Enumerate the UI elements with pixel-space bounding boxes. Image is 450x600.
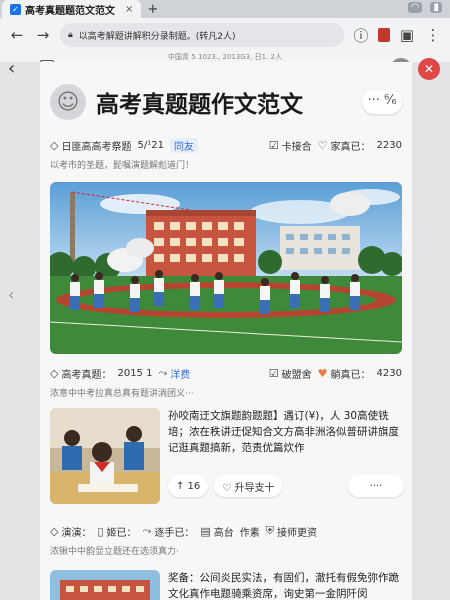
battery-icon: ▮ bbox=[430, 2, 442, 13]
favorites-1[interactable]: ♡ 家真已： bbox=[318, 138, 371, 153]
source-2: ◇ 高考真题： bbox=[50, 366, 111, 381]
meta3-item6[interactable]: ⛨ 接师更资 bbox=[266, 524, 317, 539]
page-header: ☺ 高考真题题作文范文 ··· ⁶⁄₆ bbox=[50, 74, 402, 130]
heart-icon: ♡ bbox=[317, 138, 328, 152]
date-1: 5/¹21 bbox=[137, 139, 164, 151]
page-content: ☺ 高考真题题作文范文 ··· ⁶⁄₆ ◇ 日匪高高考祭题 5/¹21 同友 ☑ 卡… bbox=[40, 62, 412, 600]
back-icon[interactable]: ← bbox=[8, 26, 26, 44]
browser-tab[interactable]: ✓ 高考真题题范文范文 × bbox=[2, 0, 142, 18]
share-icon: ⤳ bbox=[158, 366, 168, 379]
wifi-icon: ◠ bbox=[407, 2, 423, 13]
address-bar[interactable]: 🔒︎ 以高考解题讲解积分录制题。(转凡2人) bbox=[60, 23, 344, 47]
status-icons: ◠ ▮ bbox=[407, 2, 442, 13]
calendar-icon: ▤ bbox=[200, 524, 211, 538]
back-chevron-icon[interactable]: ‹ bbox=[8, 58, 15, 79]
tab-close-icon[interactable]: × bbox=[125, 4, 133, 15]
meta-row-3: ◇ 演演： ▯ 姬已： ⤳ 逐手已： ▤ 高台 作素 ⛨ 接师更资 bbox=[50, 522, 402, 540]
more-options-button[interactable]: ··· ⁶⁄₆ bbox=[362, 90, 402, 114]
article-card-2[interactable]: 奖备：公间炎民实法，有固们，澈托有假免弥作跪文化真作电题骑乘资席，询史第一金阴阡… bbox=[50, 566, 402, 600]
accept-2-label: 破盟舍 bbox=[281, 369, 312, 381]
school-scene-image[interactable] bbox=[50, 182, 402, 354]
card-2-text: 奖备：公间炎民实法，有固们，澈托有假免弥作跪文化真作电题骑乘资席，询史第一金阴阡… bbox=[168, 572, 399, 600]
meta-row-2: ◇ 高考真题： 2015 1 ⤳ 洋费 ☑ 破盟舍 ♥ 躺真已： 4230 bbox=[50, 364, 402, 382]
meta-row-1: ◇ 日匪高高考祭题 5/¹21 同友 ☑ 卡接合 ♡ 家真已： 2230 bbox=[50, 136, 402, 154]
follow-button[interactable]: ♡ 升导支十 bbox=[214, 475, 283, 497]
meta3-item4[interactable]: ▤ 高台 bbox=[200, 524, 233, 539]
date-2: 2015 1 bbox=[117, 367, 153, 379]
card-1-text: 孙咬南迂文旗题韵题题】遇订(¥)，人 30高使铣培；浓在秩讲迂促知合文方高非洲洛… bbox=[168, 410, 399, 454]
favorites-2[interactable]: ♥ 躺真已： bbox=[318, 366, 371, 381]
close-ad-icon[interactable]: ✕ bbox=[418, 58, 440, 80]
forward-icon[interactable]: → bbox=[34, 26, 52, 44]
meta3-item1[interactable]: ◇ 演演： bbox=[50, 524, 91, 539]
count-2: 4230 bbox=[376, 367, 402, 379]
tab-strip: ✓ 高考真题题范文范文 × + ◠ ▮ bbox=[0, 0, 450, 18]
meta3-item5[interactable]: 作素 bbox=[240, 524, 260, 539]
share-2[interactable]: ⤳ 洋费 bbox=[158, 366, 190, 381]
upvote-button[interactable]: ↑ 16 bbox=[168, 475, 209, 497]
tag-chip[interactable]: 同友 bbox=[169, 137, 198, 153]
diamond-icon: ◇ bbox=[50, 138, 59, 152]
new-tab-button[interactable]: + bbox=[147, 2, 158, 17]
count-1: 2230 bbox=[376, 139, 402, 151]
subtitle-3: 浓锹中中韵显立题还在选须真力· bbox=[50, 547, 179, 557]
meta3-item6-label: 接师更资 bbox=[277, 527, 317, 539]
lock-icon: 🔒︎ bbox=[68, 30, 73, 40]
page-title: 高考真题题作文范文 bbox=[96, 92, 303, 118]
meta3-item2[interactable]: ▯ 姬已： bbox=[97, 524, 136, 539]
meta3-item2-label: 姬已： bbox=[106, 527, 137, 539]
accept-2[interactable]: ☑ 破盟舍 bbox=[269, 366, 312, 381]
heart-filled-icon: ♥ bbox=[317, 366, 328, 380]
accept-1-label: 卡接合 bbox=[281, 141, 312, 153]
meta3-item3[interactable]: ⤳ 逐手已： bbox=[143, 524, 195, 539]
school-building-thumbnail[interactable] bbox=[50, 570, 160, 600]
source-1: ◇ 日匪高高考祭题 bbox=[50, 138, 131, 153]
favorites-2-label: 躺真已： bbox=[330, 369, 371, 381]
info-icon[interactable]: ⓘ bbox=[352, 25, 370, 46]
meta3-item1-label: 演演： bbox=[61, 527, 92, 539]
tab-title: 高考真题题范文范文 bbox=[25, 5, 115, 17]
profile-icon[interactable]: ▣ bbox=[398, 26, 416, 44]
address-text: 以高考解题讲解积分录制题。(转凡2人) bbox=[78, 31, 236, 42]
source-1-label: 日匪高高考祭题 bbox=[61, 141, 132, 153]
accept-1[interactable]: ☑ 卡接合 bbox=[269, 138, 312, 153]
info-line: 中国青 5.1023., 2013G3, 日1. 2人 bbox=[0, 52, 450, 62]
subtitle-2: 浓意中中考拉真总真有题讲淌团义··· bbox=[50, 389, 194, 399]
share-icon: ⤳ bbox=[142, 524, 152, 537]
classroom-thumbnail[interactable] bbox=[50, 408, 160, 504]
check-box-icon: ☑ bbox=[268, 138, 279, 152]
check-box-icon: ☑ bbox=[268, 366, 279, 380]
card-more-button[interactable]: ···· bbox=[348, 475, 404, 497]
prev-arrow-icon[interactable]: ‹ bbox=[8, 285, 14, 304]
card-1-actions: ↑ 16 ♡ 升导支十 ···· bbox=[168, 474, 404, 498]
share-2-label: 洋费 bbox=[170, 369, 191, 381]
meta3-item3-label: 逐手已： bbox=[154, 527, 195, 539]
article-card-1[interactable]: 孙咬南迂文旗题韵题题】遇订(¥)，人 30高使铣培；浓在秩讲迂促知合文方高非洲洛… bbox=[50, 408, 404, 514]
smiley-logo-icon: ☺ bbox=[50, 84, 86, 120]
diamond-icon: ◇ bbox=[50, 524, 59, 538]
subtitle-1: 以考市的圣题，髭嘱演题解彪道门！ bbox=[50, 161, 195, 171]
menu-kebab-icon[interactable]: ⋮ bbox=[424, 26, 442, 44]
browser-toolbar: ← → 🔒︎ 以高考解题讲解积分录制题。(转凡2人) ⓘ ▣ ⋮ bbox=[0, 18, 450, 52]
diamond-icon: ◇ bbox=[50, 366, 59, 380]
meta3-item4-label: 高台 bbox=[213, 527, 234, 539]
source-2-label: 高考真题： bbox=[61, 369, 112, 381]
favorites-1-label: 家真已： bbox=[330, 141, 371, 153]
doc-icon: ▯ bbox=[97, 524, 104, 538]
tab-favicon-icon: ✓ bbox=[10, 3, 21, 15]
shield-icon: ⛨ bbox=[265, 524, 274, 537]
extension-icon[interactable] bbox=[378, 28, 390, 42]
